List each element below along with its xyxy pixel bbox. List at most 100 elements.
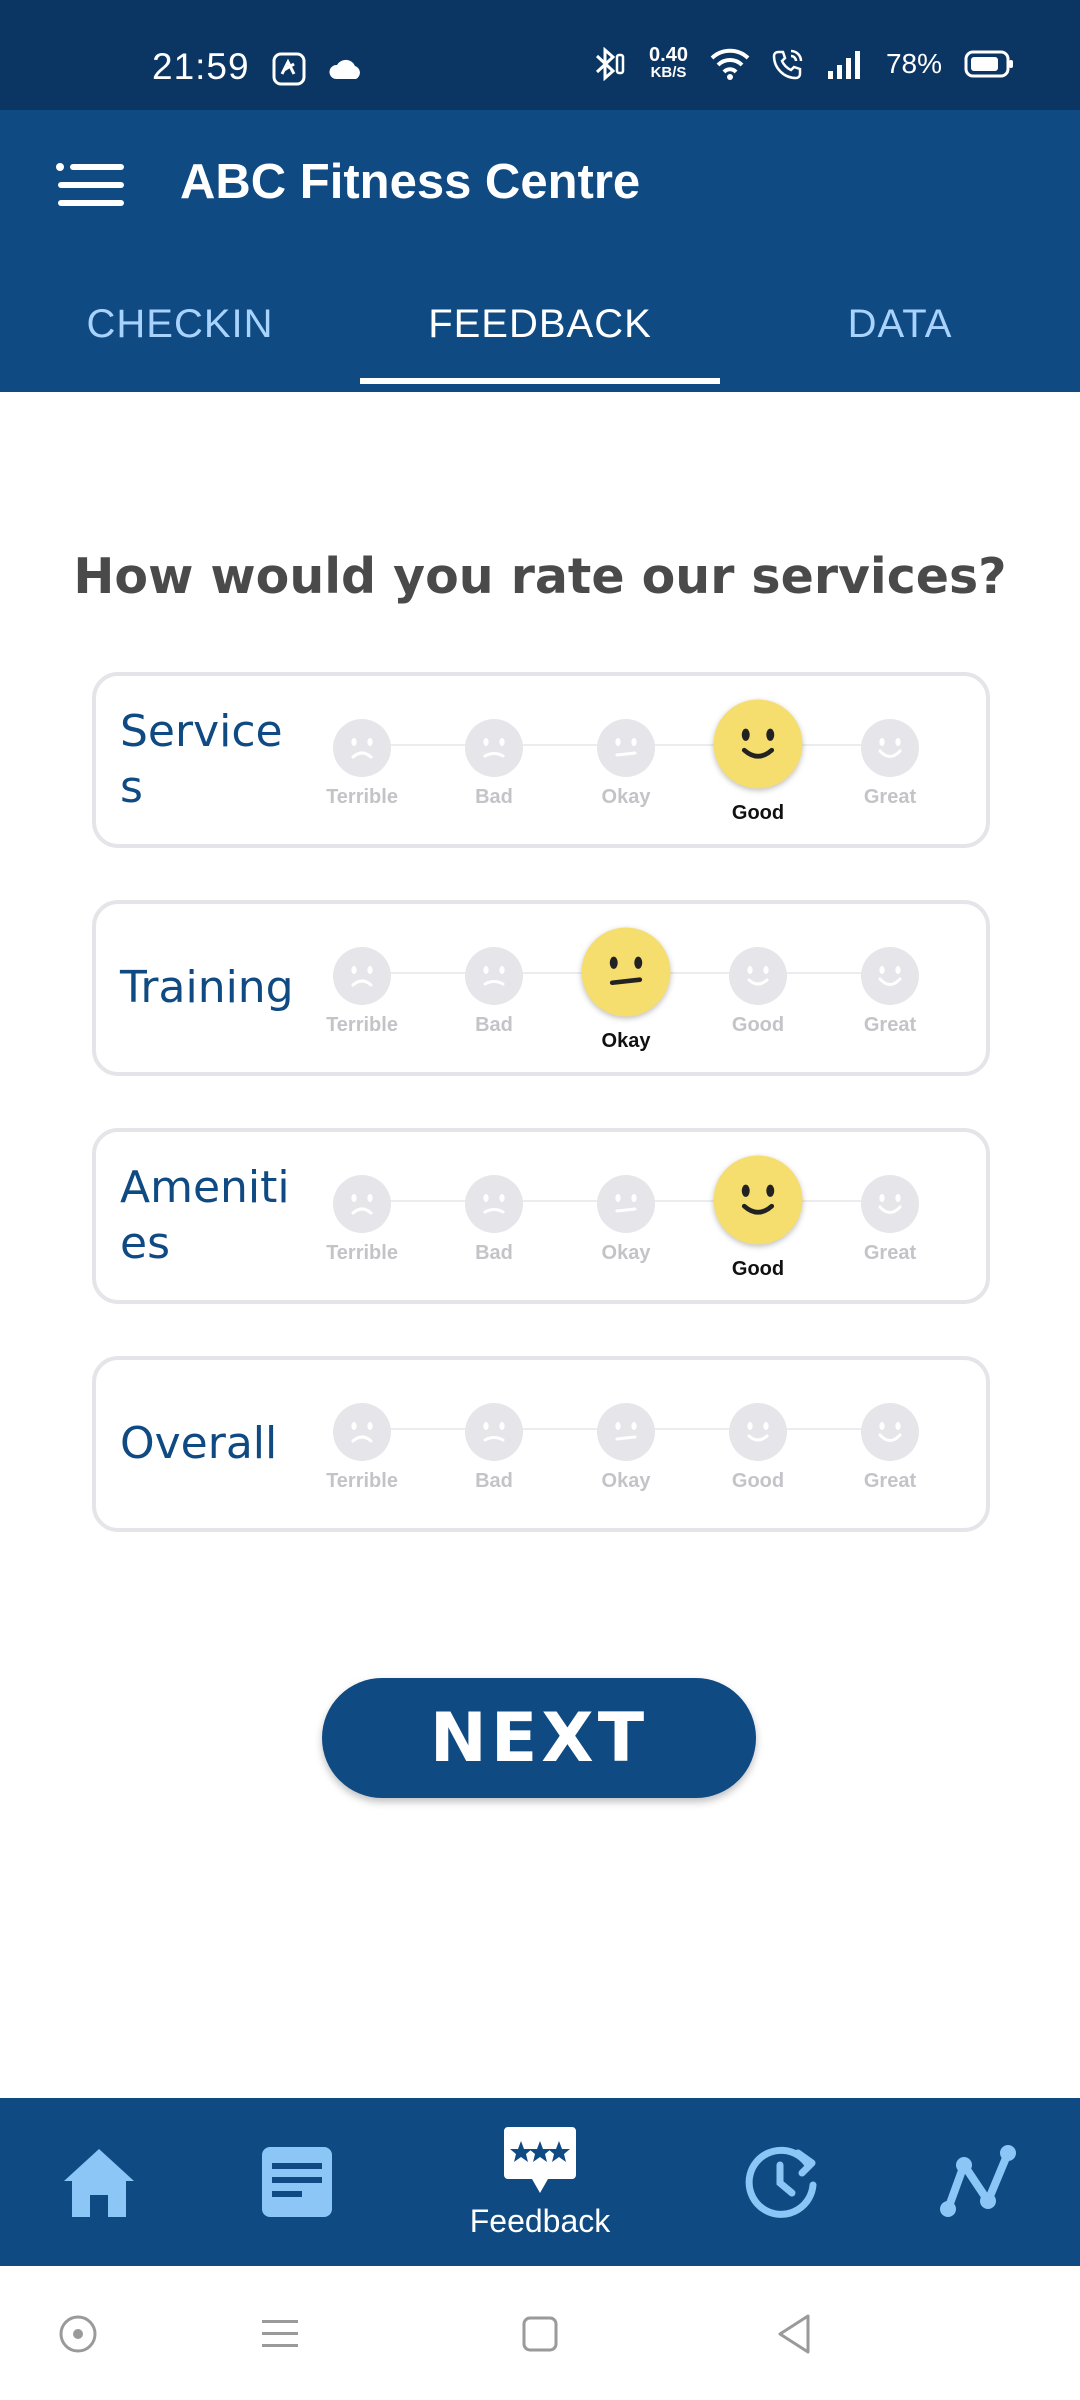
nav-home[interactable] [54, 2098, 144, 2266]
smiley-okay-icon [581, 927, 671, 1017]
rating-option-label: Okay [601, 786, 651, 808]
rating-category-label: Training [120, 962, 294, 1013]
rating-option-terrible[interactable]: Terrible [296, 1360, 428, 1528]
smiley-great-icon [861, 947, 919, 1005]
smiley-bad-icon [465, 1175, 523, 1233]
rating-option-label: Bad [475, 786, 513, 808]
smiley-terrible-icon [333, 947, 391, 1005]
cloud-icon [329, 59, 360, 79]
app-title: ABC Fitness Centre [180, 155, 641, 209]
bottom-nav: Feedback [0, 2098, 1080, 2266]
smiley-terrible-icon [333, 1403, 391, 1461]
bluetooth-icon [595, 47, 625, 81]
rating-option-label: Terrible [326, 1014, 398, 1036]
battery-level: 78% [885, 48, 942, 79]
system-nav-bar [0, 2266, 1080, 2400]
network-speed: 0.40 KB/S [649, 44, 688, 82]
rating-option-label: Okay [601, 1470, 651, 1492]
nav-stats[interactable] [934, 2098, 1024, 2266]
wifi-icon [710, 48, 750, 80]
smiley-okay-icon [597, 1175, 655, 1233]
rating-option-great[interactable]: Great [824, 676, 956, 844]
rating-option-label: Great [863, 1470, 917, 1492]
smiley-good-icon [729, 947, 787, 1005]
rating-option-okay[interactable]: Okay [560, 904, 692, 1072]
home-button-icon[interactable] [516, 2310, 564, 2358]
rating-option-good[interactable]: Good [692, 1132, 824, 1300]
rating-option-label: Good [731, 1014, 785, 1036]
nav-history[interactable] [736, 2098, 826, 2266]
battery-icon [964, 50, 1013, 78]
rating-option-label: Bad [475, 1242, 513, 1264]
rating-scale: Terrible Bad Okay Good Great [326, 904, 992, 1072]
rating-option-great[interactable]: Great [824, 1132, 956, 1300]
nav-feedback-label: Feedback [469, 2202, 611, 2239]
rating-option-label: Terrible [326, 1242, 398, 1264]
smiley-bad-icon [465, 947, 523, 1005]
rating-option-terrible[interactable]: Terrible [296, 676, 428, 844]
rating-category-label: Overall [120, 1418, 278, 1469]
rating-card: Services Terrible Bad Okay Good Great [92, 672, 990, 848]
smiley-great-icon [861, 719, 919, 777]
rating-scale: Terrible Bad Okay Good Great [326, 1132, 992, 1300]
rating-option-label: Okay [601, 1242, 651, 1264]
smiley-terrible-icon [333, 1175, 391, 1233]
rating-option-label: Good [731, 1258, 785, 1280]
smiley-bad-icon [465, 719, 523, 777]
recent-apps-icon[interactable] [256, 2310, 304, 2358]
tab-data[interactable]: DATA [720, 256, 1080, 392]
rating-option-okay[interactable]: Okay [560, 1360, 692, 1528]
rating-option-great[interactable]: Great [824, 904, 956, 1072]
rating-option-good[interactable]: Good [692, 904, 824, 1072]
rating-option-good[interactable]: Good [692, 676, 824, 844]
app-bar: ABC Fitness Centre [0, 110, 1080, 256]
tab-bar: CHECKIN FEEDBACK DATA [0, 256, 1080, 392]
rating-option-label: Great [863, 786, 917, 808]
smiley-okay-icon [597, 1403, 655, 1461]
rating-option-okay[interactable]: Okay [560, 1132, 692, 1300]
jiosaavn-icon [272, 52, 306, 86]
rating-option-great[interactable]: Great [824, 1360, 956, 1528]
nav-feedback[interactable]: Feedback [440, 2098, 640, 2266]
rating-category-label: Services [120, 706, 283, 813]
rating-option-terrible[interactable]: Terrible [296, 1132, 428, 1300]
smiley-good-icon [713, 699, 803, 789]
rating-option-label: Great [863, 1242, 917, 1264]
rating-option-terrible[interactable]: Terrible [296, 904, 428, 1072]
rating-scale: Terrible Bad Okay Good Great [326, 676, 992, 844]
smiley-good-icon [713, 1155, 803, 1245]
rating-option-label: Great [863, 1014, 917, 1036]
tab-feedback[interactable]: FEEDBACK [360, 256, 720, 392]
smiley-good-icon [729, 1403, 787, 1461]
rating-option-bad[interactable]: Bad [428, 1132, 560, 1300]
rating-option-label: Okay [601, 1030, 651, 1052]
home-icon [64, 2149, 134, 2217]
rating-category-label: Amenities [120, 1162, 290, 1269]
next-button[interactable]: NEXT [322, 1678, 756, 1798]
stats-icon [940, 2145, 1016, 2217]
rating-option-bad[interactable]: Bad [428, 1360, 560, 1528]
rating-option-bad[interactable]: Bad [428, 676, 560, 844]
smiley-great-icon [861, 1403, 919, 1461]
assistant-icon[interactable] [54, 2310, 102, 2358]
status-time: 21:59 [152, 46, 250, 87]
back-icon[interactable] [770, 2310, 818, 2358]
rating-option-okay[interactable]: Okay [560, 676, 692, 844]
nav-notes[interactable] [252, 2098, 342, 2266]
rating-option-bad[interactable]: Bad [428, 904, 560, 1072]
smiley-okay-icon [597, 719, 655, 777]
smiley-terrible-icon [333, 719, 391, 777]
notes-icon [262, 2147, 332, 2217]
rating-card: Overall Terrible Bad Okay Good Great [92, 1356, 990, 1532]
signal-icon [827, 51, 860, 79]
hamburger-menu-icon[interactable] [56, 162, 124, 208]
rating-card: Training Terrible Bad Okay Good Great [92, 900, 990, 1076]
rating-option-good[interactable]: Good [692, 1360, 824, 1528]
history-icon [745, 2146, 817, 2218]
network-speed-value: 0.40 [649, 44, 688, 66]
rating-option-label: Terrible [326, 1470, 398, 1492]
network-speed-unit: KB/S [650, 64, 687, 81]
rating-card: Amenities Terrible Bad Okay Good Great [92, 1128, 990, 1304]
rating-question: How would you rate our services? [73, 548, 1007, 605]
tab-checkin[interactable]: CHECKIN [0, 256, 360, 392]
